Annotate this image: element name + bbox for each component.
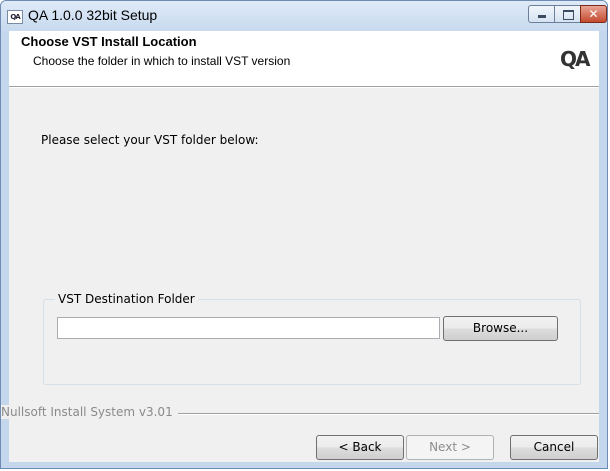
header-divider [9,87,599,88]
header-panel: Choose VST Install Location Choose the f… [9,31,599,87]
cancel-button[interactable]: Cancel [510,435,598,460]
destination-group-label: VST Destination Folder [55,292,198,306]
back-button[interactable]: < Back [316,435,404,460]
folder-prompt: Please select your VST folder below: [41,133,259,147]
dialog-client-area: Choose VST Install Location Choose the f… [1,31,599,462]
installer-window: QA QA 1.0.0 32bit Setup ✕ Choose VST Ins… [0,0,608,469]
page-subtitle: Choose the folder in which to install VS… [33,54,291,68]
window-title: QA 1.0.0 32bit Setup [28,7,158,23]
qa-logo: QA [560,47,591,71]
maximize-icon [563,10,574,20]
close-button[interactable]: ✕ [580,5,607,23]
destination-groupbox [43,299,581,385]
title-bar[interactable]: QA QA 1.0.0 32bit Setup ✕ [1,1,607,31]
app-icon: QA [7,10,23,24]
next-button[interactable]: Next > [406,435,494,460]
minimize-icon [538,15,546,18]
destination-folder-input[interactable] [57,317,440,339]
page-title: Choose VST Install Location [21,34,197,49]
minimize-button[interactable] [528,5,555,23]
branding-text: Nullsoft Install System v3.01 [1,405,178,419]
close-icon: ✕ [588,7,599,21]
browse-button[interactable]: Browse... [443,316,558,341]
maximize-button[interactable] [554,5,581,23]
